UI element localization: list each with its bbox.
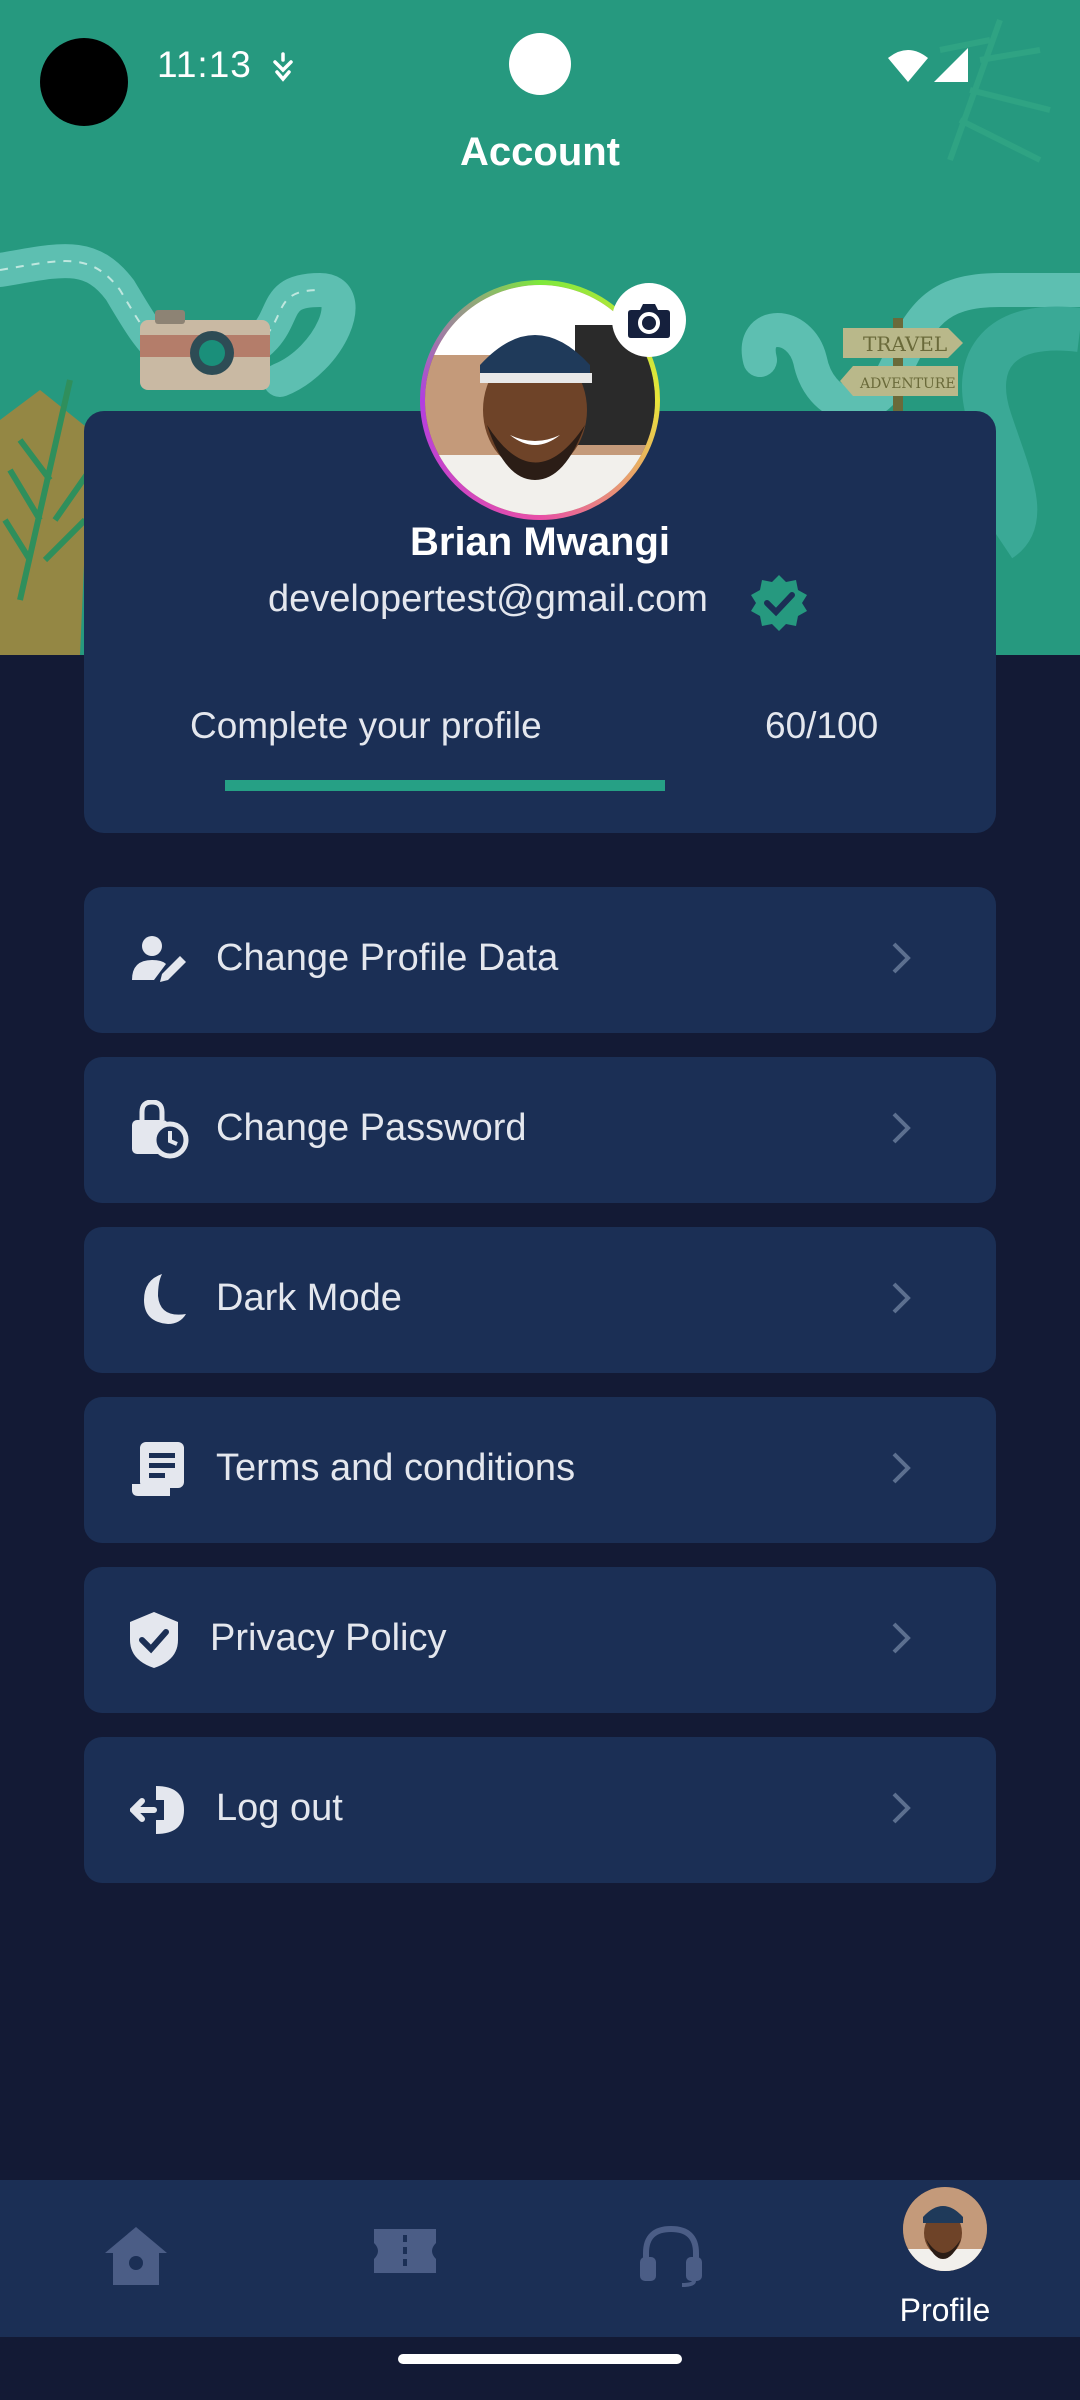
chevron-right-icon — [892, 942, 911, 974]
chevron-right-icon — [892, 1792, 911, 1824]
menu-item-log-out[interactable]: Log out — [84, 1737, 996, 1883]
status-time: 11:13 — [157, 44, 252, 85]
user-email: developertest@gmail.com — [268, 578, 708, 620]
nav-item-profile[interactable]: Profile — [855, 2180, 1035, 2337]
svg-text:ADVENTURE: ADVENTURE — [859, 376, 956, 392]
menu-label: Change Profile Data — [216, 937, 559, 979]
profile-progress-bar — [225, 780, 665, 791]
location-status-icon — [273, 52, 293, 82]
shield-check-icon — [130, 1612, 178, 1668]
menu-label: Privacy Policy — [210, 1617, 447, 1659]
menu-label: Dark Mode — [216, 1277, 402, 1319]
change-photo-button[interactable] — [612, 283, 686, 357]
menu-label: Terms and conditions — [216, 1447, 576, 1489]
home-icon — [105, 2227, 167, 2285]
nav-item-tickets[interactable] — [315, 2180, 495, 2337]
avatar — [903, 2187, 987, 2271]
document-icon — [132, 1442, 184, 1496]
nav-item-home[interactable] — [46, 2180, 226, 2337]
headset-icon — [640, 2225, 702, 2287]
wifi-icon — [888, 50, 928, 82]
nav-item-support[interactable] — [581, 2180, 761, 2337]
chevron-right-icon — [892, 1452, 911, 1484]
camera-cutout — [40, 38, 128, 126]
camera-decoration — [140, 310, 270, 390]
menu-label: Log out — [216, 1787, 343, 1829]
nav-label-profile: Profile — [899, 2292, 991, 2328]
menu-item-terms[interactable]: Terms and conditions — [84, 1397, 996, 1543]
moon-icon — [144, 1274, 186, 1324]
menu-item-privacy-policy[interactable]: Privacy Policy — [84, 1567, 996, 1713]
menu-item-change-password[interactable]: Change Password — [84, 1057, 996, 1203]
status-bar: 11:13 — [0, 0, 1080, 140]
menu-item-change-profile-data[interactable]: Change Profile Data — [84, 887, 996, 1033]
user-edit-icon — [132, 936, 186, 982]
menu-label: Change Password — [216, 1107, 527, 1149]
menu-item-dark-mode[interactable]: Dark Mode — [84, 1227, 996, 1373]
logout-icon — [130, 1786, 184, 1834]
home-indicator[interactable] — [398, 2354, 682, 2364]
front-camera-dot — [509, 33, 571, 95]
ticket-icon — [374, 2229, 436, 2273]
chevron-right-icon — [892, 1282, 911, 1314]
svg-text:TRAVEL: TRAVEL — [863, 332, 947, 356]
profile-score: 60/100 — [765, 705, 879, 746]
verified-badge-icon — [751, 575, 807, 631]
camera-icon — [628, 304, 670, 338]
lock-clock-icon — [132, 1100, 189, 1159]
signal-icon — [934, 48, 968, 82]
page-title: Account — [460, 130, 620, 174]
user-name: Brian Mwangi — [409, 520, 671, 564]
avatar-image — [903, 2187, 987, 2271]
bottom-navigation: Profile — [0, 2180, 1080, 2337]
chevron-right-icon — [892, 1622, 911, 1654]
chevron-right-icon — [892, 1112, 911, 1144]
profile-progress-fill — [225, 780, 665, 791]
profile-completion-label: Complete your profile — [190, 705, 542, 746]
